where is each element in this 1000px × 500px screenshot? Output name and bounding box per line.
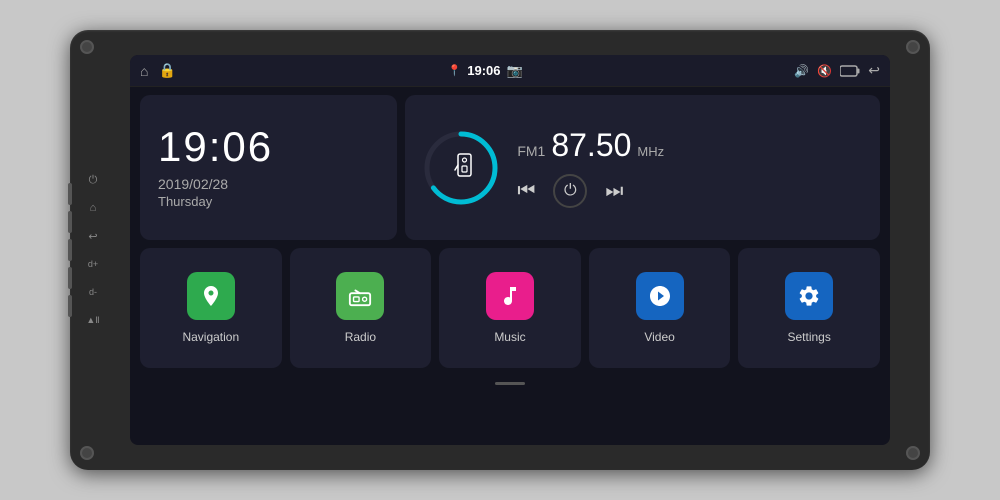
side-btn-vol-down[interactable] xyxy=(68,295,72,317)
app-music[interactable]: Music xyxy=(439,248,581,368)
back-nav-icon[interactable]: ↩ xyxy=(868,62,880,79)
top-row: 19:06 2019/02/28 Thursday xyxy=(140,95,880,240)
radio-label: Radio xyxy=(345,330,376,344)
clock-time: 19:06 xyxy=(158,126,379,168)
radio-info: FM1 87.50 MHz ⏮ ⏻ ⏭ xyxy=(517,127,864,208)
back-icon[interactable]: ↩ xyxy=(84,227,102,245)
screw-tl xyxy=(80,40,94,54)
radio-controls: ⏮ ⏻ ⏭ xyxy=(517,174,864,208)
eject-icon[interactable]: ▲Ⅱ xyxy=(84,311,102,329)
volume-icon[interactable]: 🔊 xyxy=(794,64,809,78)
bottom-indicator xyxy=(140,376,880,390)
app-grid: Navigation Radio xyxy=(140,248,880,368)
power-button[interactable]: ⏻ xyxy=(553,174,587,208)
clock-card: 19:06 2019/02/28 Thursday xyxy=(140,95,397,240)
screw-tr xyxy=(906,40,920,54)
app-radio[interactable]: Radio xyxy=(290,248,432,368)
camera-icon[interactable]: 📷 xyxy=(507,63,523,79)
status-left: ⌂ 🔒 xyxy=(140,62,176,79)
screw-br xyxy=(906,446,920,460)
clock-day: Thursday xyxy=(158,194,379,209)
home-icon[interactable]: ⌂ xyxy=(84,199,102,217)
radio-icon-bg xyxy=(336,272,384,320)
status-bar: ⌂ 🔒 📍 19:06 📷 🔊 🔇 ↩ xyxy=(130,55,890,87)
music-label: Music xyxy=(494,330,525,344)
radio-frequency: 87.50 xyxy=(551,127,631,164)
power-icon[interactable]: ⏻ xyxy=(84,171,102,189)
settings-label: Settings xyxy=(787,330,830,344)
clock-date: 2019/02/28 xyxy=(158,176,379,192)
video-label: Video xyxy=(644,330,674,344)
vol-down-icon[interactable]: d- xyxy=(84,283,102,301)
navigation-label: Navigation xyxy=(182,330,239,344)
radio-band: FM1 xyxy=(517,143,545,159)
device: ⏻ ⌂ ↩ d+ d- ▲Ⅱ ⌂ 🔒 📍 19:06 📷 🔊 🔇 xyxy=(70,30,930,470)
main-content: 19:06 2019/02/28 Thursday xyxy=(130,87,890,445)
vol-up-icon[interactable]: d+ xyxy=(84,255,102,273)
radio-freq-row: FM1 87.50 MHz xyxy=(517,127,864,164)
next-button[interactable]: ⏭ xyxy=(605,180,623,203)
app-video[interactable]: Video xyxy=(589,248,731,368)
page-indicator xyxy=(495,382,525,385)
lock-status-icon: 🔒 xyxy=(158,62,175,79)
radio-unit: MHz xyxy=(637,144,664,159)
side-buttons xyxy=(68,183,72,317)
radio-card: FM1 87.50 MHz ⏮ ⏻ ⏭ xyxy=(405,95,880,240)
side-btn-back[interactable] xyxy=(68,239,72,261)
settings-icon-bg xyxy=(785,272,833,320)
radio-circle xyxy=(421,128,501,208)
mute-icon[interactable]: 🔇 xyxy=(817,64,832,78)
screen: ⌂ 🔒 📍 19:06 📷 🔊 🔇 ↩ xyxy=(130,55,890,445)
app-settings[interactable]: Settings xyxy=(738,248,880,368)
video-icon-bg xyxy=(636,272,684,320)
battery-icon xyxy=(840,65,860,77)
radio-icon xyxy=(448,154,474,182)
side-labels: ⏻ ⌂ ↩ d+ d- ▲Ⅱ xyxy=(84,171,102,329)
side-btn-home[interactable] xyxy=(68,211,72,233)
home-status-icon[interactable]: ⌂ xyxy=(140,63,148,79)
side-btn-vol-up[interactable] xyxy=(68,267,72,289)
status-center: 📍 19:06 📷 xyxy=(448,63,523,79)
location-icon: 📍 xyxy=(448,64,462,77)
app-navigation[interactable]: Navigation xyxy=(140,248,282,368)
screw-bl xyxy=(80,446,94,460)
status-right: 🔊 🔇 ↩ xyxy=(794,62,880,79)
music-icon-bg xyxy=(486,272,534,320)
navigation-icon-bg xyxy=(187,272,235,320)
prev-button[interactable]: ⏮ xyxy=(517,180,535,203)
side-btn-power[interactable] xyxy=(68,183,72,205)
status-time: 19:06 xyxy=(467,63,500,78)
